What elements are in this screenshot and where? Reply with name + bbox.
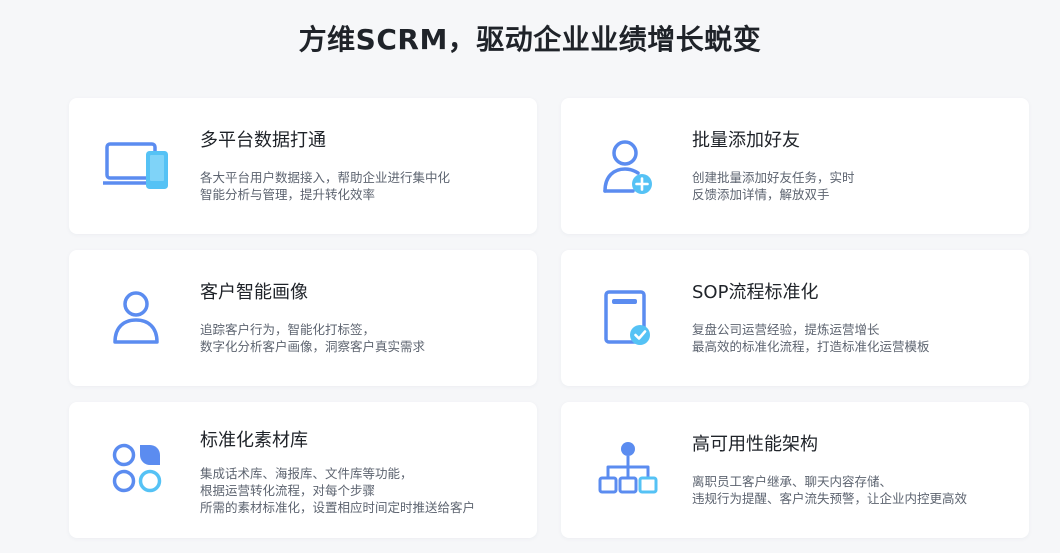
feature-description-line: 最高效的标准化流程，打造标准化运营模板: [692, 339, 930, 354]
feature-description-line: 智能分析与管理，提升转化效率: [200, 187, 376, 202]
feature-description: 复盘公司运营经验，提炼运营增长 最高效的标准化流程，打造标准化运营模板: [692, 321, 930, 355]
feature-description: 创建批量添加好友任务，实时 反馈添加详情，解放双手: [692, 169, 855, 203]
feature-card-sop-process[interactable]: SOP流程标准化 复盘公司运营经验，提炼运营增长 最高效的标准化流程，打造标准化…: [561, 250, 1029, 386]
feature-grid: 多平台数据打通 各大平台用户数据接入，帮助企业进行集中化 智能分析与管理，提升转…: [69, 98, 1029, 538]
feature-card-material-library[interactable]: 标准化素材库 集成话术库、海报库、文件库等功能， 根据运营转化流程，对每个步骤 …: [69, 402, 537, 538]
feature-description: 各大平台用户数据接入，帮助企业进行集中化 智能分析与管理，提升转化效率: [200, 169, 450, 203]
feature-description-line: 各大平台用户数据接入，帮助企业进行集中化: [200, 170, 451, 185]
checklist-icon: [595, 286, 661, 350]
feature-description-line: 数字化分析客户画像，洞察客户真实需求: [200, 339, 426, 354]
feature-card-customer-profile[interactable]: 客户智能画像 追踪客户行为，智能化打标签， 数字化分析客户画像，洞察客户真实需求: [69, 250, 537, 386]
page-title: 方维SCRM，驱动企业业绩增长蜕变: [298, 23, 762, 56]
feature-description: 集成话术库、海报库、文件库等功能， 根据运营转化流程，对每个步骤 所需的素材标准…: [200, 465, 475, 516]
feature-title: SOP流程标准化: [692, 282, 819, 303]
feature-card-batch-add-friends[interactable]: 批量添加好友 创建批量添加好友任务，实时 反馈添加详情，解放双手: [561, 98, 1029, 234]
feature-description-line: 集成话术库、海报库、文件库等功能，: [200, 466, 413, 481]
feature-description-line: 反馈添加详情，解放双手: [692, 187, 830, 202]
feature-description-line: 违规行为提醒、客户流失预警，让企业内控更高效: [692, 491, 968, 506]
feature-card-high-availability[interactable]: 高可用性能架构 离职员工客户继承、聊天内容存储、 违规行为提醒、客户流失预警，让…: [561, 402, 1029, 538]
feature-description-line: 离职员工客户继承、聊天内容存储、: [692, 474, 893, 489]
user-profile-icon: [103, 286, 169, 350]
feature-description-line: 创建批量添加好友任务，实时: [692, 170, 855, 185]
feature-description-line: 复盘公司运营经验，提炼运营增长: [692, 322, 880, 337]
feature-title: 客户智能画像: [200, 282, 308, 303]
architecture-icon: [595, 438, 661, 502]
feature-card-multi-platform[interactable]: 多平台数据打通 各大平台用户数据接入，帮助企业进行集中化 智能分析与管理，提升转…: [69, 98, 537, 234]
feature-description-line: 追踪客户行为，智能化打标签，: [200, 322, 376, 337]
feature-title: 高可用性能架构: [692, 434, 818, 455]
feature-description: 追踪客户行为，智能化打标签， 数字化分析客户画像，洞察客户真实需求: [200, 321, 425, 355]
feature-title: 批量添加好友: [692, 130, 800, 151]
feature-description-line: 所需的素材标准化，设置相应时间定时推送给客户: [200, 500, 476, 515]
feature-description-line: 根据运营转化流程，对每个步骤: [200, 483, 376, 498]
material-library-icon: [103, 438, 169, 502]
feature-title: 标准化素材库: [200, 430, 308, 451]
feature-description: 离职员工客户继承、聊天内容存储、 违规行为提醒、客户流失预警，让企业内控更高效: [692, 473, 967, 507]
add-user-icon: [595, 134, 661, 198]
devices-icon: [103, 134, 169, 198]
feature-title: 多平台数据打通: [200, 130, 326, 151]
